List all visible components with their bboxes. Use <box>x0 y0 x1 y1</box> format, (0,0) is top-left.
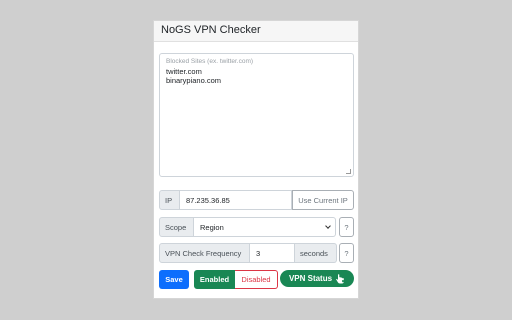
panel-header: NoGS VPN Checker <box>154 21 358 42</box>
chevron-down-icon <box>325 223 331 229</box>
scope-label: Scope <box>159 217 194 237</box>
frequency-label: VPN Check Frequency <box>159 243 250 263</box>
blocked-site-entry: binarypiano.com <box>166 76 222 85</box>
frequency-unit: seconds <box>295 243 337 263</box>
use-current-ip-button[interactable]: Use Current IP <box>292 190 354 210</box>
save-button[interactable]: Save <box>159 270 189 289</box>
ip-input[interactable]: 87.235.36.85 <box>180 190 292 210</box>
blocked-sites-textarea[interactable]: Blocked Sites (ex. twitter.com) twitter.… <box>159 53 354 177</box>
frequency-help-button[interactable]: ? <box>339 243 354 263</box>
blocked-site-entry: twitter.com <box>166 67 202 76</box>
scope-help-button[interactable]: ? <box>339 217 354 237</box>
vpn-status-label: VPN Status <box>288 274 333 283</box>
frequency-input[interactable]: 3 <box>250 243 295 263</box>
ip-label: IP <box>159 190 180 210</box>
settings-panel: NoGS VPN Checker Blocked Sites (ex. twit… <box>153 20 359 299</box>
panel-title: NoGS VPN Checker <box>161 24 261 36</box>
ip-row: IP 87.235.36.85 Use Current IP <box>159 190 354 210</box>
enabled-button[interactable]: Enabled <box>194 270 235 289</box>
blocked-sites-placeholder: Blocked Sites (ex. twitter.com) <box>166 58 254 65</box>
enable-toggle-group: Enabled Disabled <box>194 270 278 289</box>
scope-row: Scope Region <box>159 217 336 237</box>
scope-selected-value: Region <box>200 222 224 232</box>
hand-pointer-icon <box>336 273 345 283</box>
resize-handle-icon[interactable] <box>346 169 351 174</box>
vpn-status-button[interactable]: VPN Status <box>280 270 354 287</box>
frequency-row: VPN Check Frequency 3 seconds <box>159 243 337 263</box>
scope-select[interactable]: Region <box>194 217 336 237</box>
disabled-button[interactable]: Disabled <box>235 270 278 289</box>
